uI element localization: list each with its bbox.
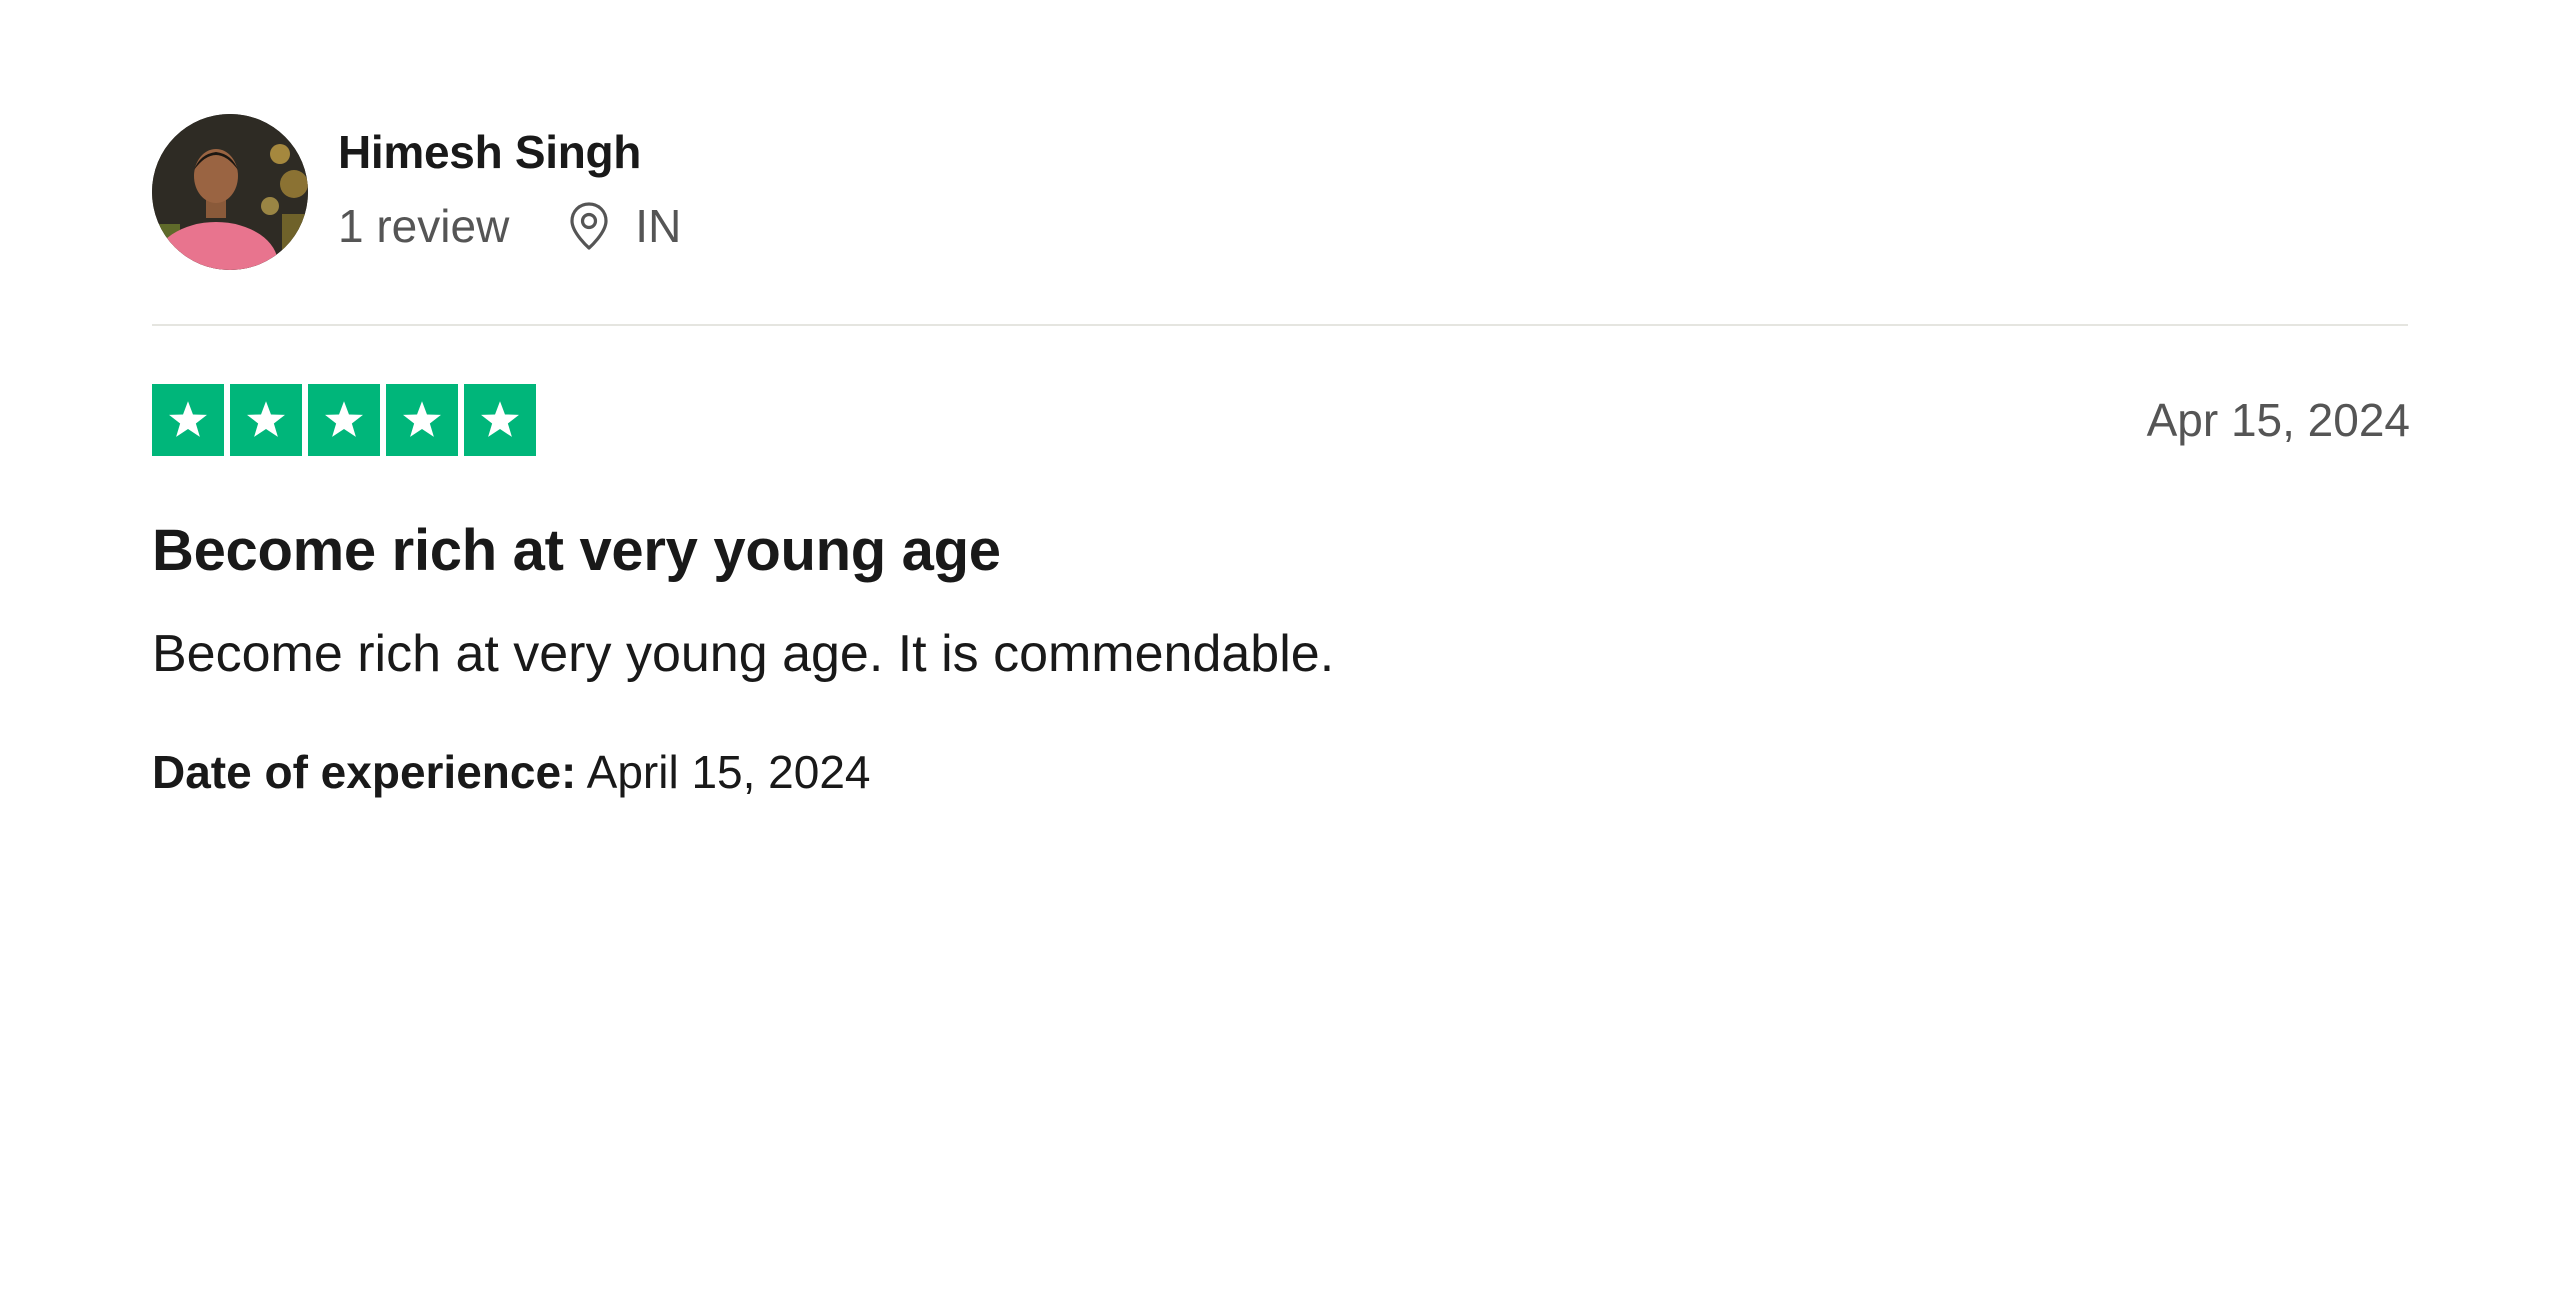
date-of-experience: Date of experience: April 15, 2024 — [152, 744, 2408, 800]
review-title[interactable]: Become rich at very young age — [152, 516, 2408, 586]
experience-label: Date of experience: — [152, 746, 577, 798]
review-card: Himesh Singh 1 review IN Apr 15, 2024 Be… — [152, 112, 2410, 800]
reviewer-info: Himesh Singh 1 review IN — [338, 126, 681, 254]
avatar[interactable] — [152, 114, 308, 270]
review-count: 1 review — [338, 200, 510, 252]
reviewer-header: Himesh Singh 1 review IN — [152, 112, 2408, 272]
reviewer-country: IN — [635, 200, 682, 252]
review-date: Apr 15, 2024 — [2146, 394, 2410, 446]
star-icon — [386, 384, 458, 456]
star-icon — [152, 384, 224, 456]
star-rating — [152, 384, 536, 456]
reviewer-location: IN — [567, 198, 681, 254]
star-icon — [308, 384, 380, 456]
experience-date: April 15, 2024 — [586, 746, 871, 798]
review-body: Become rich at very young age. It is com… — [152, 625, 1335, 683]
divider — [152, 324, 2408, 326]
reviewer-name[interactable]: Himesh Singh — [338, 124, 681, 180]
location-pin-icon — [567, 201, 611, 251]
reviewer-meta: 1 review IN — [338, 198, 681, 254]
star-icon — [230, 384, 302, 456]
rating-row: Apr 15, 2024 — [152, 384, 2410, 456]
star-icon — [464, 384, 536, 456]
